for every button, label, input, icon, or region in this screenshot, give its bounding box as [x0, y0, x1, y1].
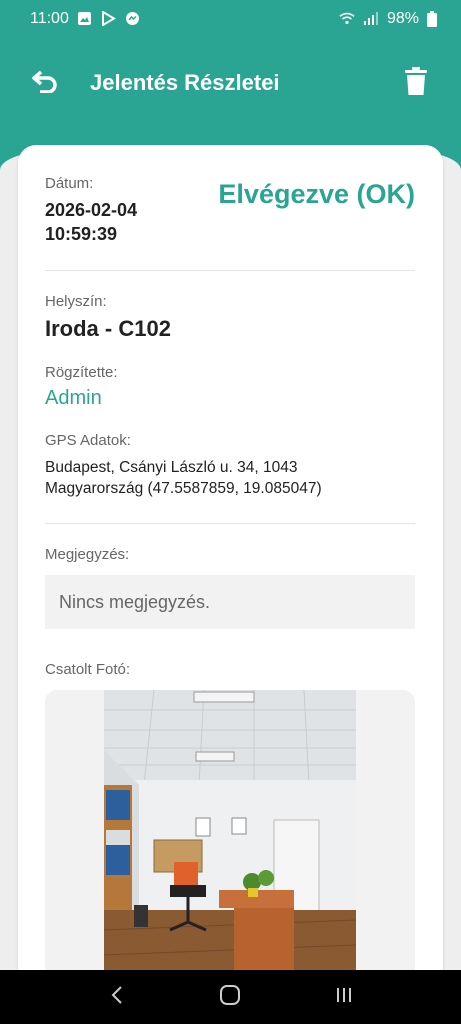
date-day: 2026-02-04 — [45, 200, 138, 220]
status-badge: Elvégezve (OK) — [218, 179, 415, 209]
location-section: Helyszín: Iroda - C102 — [45, 293, 415, 342]
gps-coordinates: Magyarország (47.5587859, 19.085047) — [45, 480, 322, 497]
gps-section: GPS Adatok: Budapest, Csányi László u. 3… — [45, 432, 415, 499]
photo-frame — [45, 690, 415, 985]
date-block: Dátum: 2026-02-04 10:59:39 — [45, 175, 137, 246]
photo-label: Csatolt Fotó: — [45, 661, 131, 678]
note-box: Nincs megjegyzés. — [45, 575, 415, 629]
report-card: Dátum: 2026-02-04 10:59:39 Elvégezve (OK… — [18, 145, 443, 985]
recorded-by-label: Rögzítette: — [45, 364, 118, 381]
recorded-by-section: Rögzítette: Admin — [45, 364, 415, 410]
signal-icon — [363, 11, 379, 27]
nav-back-button[interactable] — [97, 977, 137, 1017]
gps-value: Budapest, Csányi László u. 34, 1043 Magy… — [45, 457, 415, 499]
gps-label: GPS Adatok: — [45, 432, 131, 449]
gallery-icon — [77, 11, 93, 27]
location-label: Helyszín: — [45, 293, 107, 310]
nav-home-button[interactable] — [210, 977, 250, 1017]
play-store-icon — [101, 11, 117, 27]
recorded-by-value: Admin — [45, 387, 102, 409]
recents-icon — [334, 985, 354, 1010]
page-title: Jelentés Részletei — [90, 70, 280, 95]
messenger-icon — [125, 11, 141, 27]
attached-photo[interactable] — [104, 690, 356, 985]
location-value: Iroda - C102 — [45, 316, 171, 341]
back-button[interactable] — [20, 58, 70, 108]
date-label: Dátum: — [45, 175, 94, 192]
trash-icon — [405, 66, 427, 100]
divider — [45, 270, 415, 271]
status-time: 11:00 — [30, 10, 69, 27]
system-nav-bar — [0, 970, 461, 1024]
home-circle-icon — [219, 984, 241, 1011]
undo-arrow-icon — [31, 69, 59, 98]
note-section: Megjegyzés: Nincs megjegyzés. — [45, 546, 415, 629]
date-time: 10:59:39 — [45, 224, 118, 244]
delete-button[interactable] — [391, 58, 441, 108]
wifi-icon — [339, 11, 355, 27]
status-bar: 11:00 98% — [0, 0, 461, 38]
gps-address: Budapest, Csányi László u. 34, 1043 — [45, 459, 298, 476]
note-label: Megjegyzés: — [45, 546, 130, 563]
photo-section: Csatolt Fotó: — [45, 661, 415, 985]
battery-icon — [427, 11, 443, 27]
date-value: 2026-02-04 10:59:39 — [45, 198, 137, 246]
divider — [45, 523, 415, 524]
chevron-left-icon — [110, 985, 124, 1010]
nav-recents-button[interactable] — [324, 977, 364, 1017]
battery-percent: 98% — [386, 10, 419, 27]
app-bar: Jelentés Részletei — [0, 38, 461, 128]
